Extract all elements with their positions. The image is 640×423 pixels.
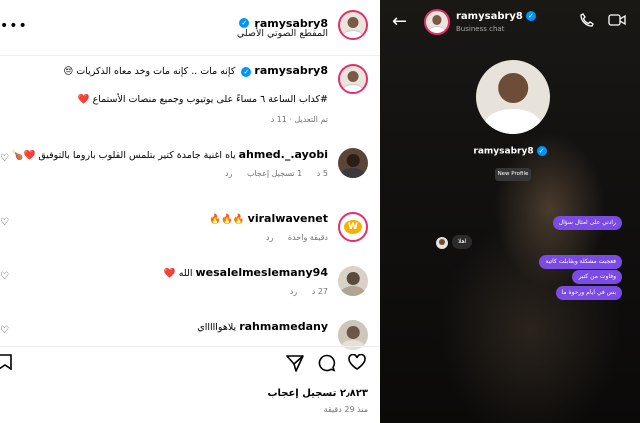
caption-text-1: كإنه مات .. كإنه مات وخد معاه الذكريات 😔 bbox=[63, 66, 236, 77]
profile-name[interactable]: ramysabry8 ✓ bbox=[380, 146, 640, 157]
heart-icon[interactable] bbox=[346, 353, 368, 376]
message-bubble-out[interactable]: رادني على امثال سؤال bbox=[552, 216, 622, 230]
comment-heart-icon[interactable]: ♡ bbox=[0, 153, 9, 164]
comment-row: ♡ wesalelmeslemany94 الله ❤️ 27 د رد bbox=[0, 266, 368, 306]
comment-username[interactable]: rahmamedany bbox=[239, 320, 328, 333]
profile-avatar[interactable] bbox=[476, 60, 550, 134]
chat-avatar[interactable] bbox=[424, 9, 450, 35]
comment-row: W ♡ viralwavenet 🔥🔥🔥 دقيقة واحدة رد bbox=[0, 212, 368, 252]
sender-avatar bbox=[436, 237, 448, 249]
comment-time: 5 د bbox=[316, 169, 328, 178]
share-icon[interactable] bbox=[284, 354, 306, 376]
author-avatar[interactable] bbox=[338, 10, 368, 40]
comment-text: يلاهواااااي bbox=[197, 322, 237, 333]
message-bubble-out[interactable]: فعجبت مشكلة وبقابلت كاتية bbox=[539, 255, 622, 269]
comment-row: ♡ rahmamedany يلاهواااااي bbox=[0, 320, 368, 350]
caption-text-2: #كداب الساعة ٦ مساءً على يوتيوب وجميع من… bbox=[77, 94, 328, 105]
comment-time: 27 د bbox=[311, 287, 328, 296]
comment-reply[interactable]: رد bbox=[290, 287, 297, 296]
comment-row: ♡ ahmed._.ayobi ياه اغنية جامدة كتير بتل… bbox=[0, 148, 368, 198]
caption-edited: تم التعديل · 11 د bbox=[270, 115, 328, 124]
commenter-avatar[interactable] bbox=[338, 148, 368, 178]
chat-username[interactable]: ramysabry8 ✓ bbox=[456, 11, 536, 22]
message-bubble-in[interactable]: اهلا bbox=[452, 235, 473, 249]
comment-reply[interactable]: رد bbox=[225, 169, 232, 178]
viralwave-logo-icon: W bbox=[344, 220, 362, 234]
caption: ramysabry8 ✓ كإنه مات .. كإنه مات وخد مع… bbox=[0, 64, 368, 134]
post-time: منذ 29 دقيقة bbox=[323, 405, 368, 414]
comment-time: دقيقة واحدة bbox=[287, 233, 328, 242]
verified-icon: ✓ bbox=[525, 11, 536, 21]
comment-username[interactable]: ahmed._.ayobi bbox=[239, 148, 328, 161]
bookmark-icon[interactable] bbox=[0, 354, 16, 376]
comment-text: ياه اغنية جامدة كتير بتلمس القلوب باروما… bbox=[11, 150, 236, 161]
comment-heart-icon[interactable]: ♡ bbox=[0, 271, 9, 282]
verified-icon: ✓ bbox=[239, 17, 250, 28]
caption-username[interactable]: ramysabry8 bbox=[254, 64, 328, 77]
video-icon[interactable] bbox=[608, 13, 626, 31]
comment-reply[interactable]: رد bbox=[266, 233, 273, 242]
comment-text: 🔥🔥🔥 bbox=[209, 214, 245, 225]
comment-likes[interactable]: 1 تسجيل إعجاب bbox=[247, 169, 302, 178]
phone-icon[interactable] bbox=[580, 13, 594, 31]
new-profile-badge[interactable]: New Profile bbox=[495, 168, 531, 181]
post-header: ••• ✓ ramysabry8 المقطع الصوتي الأصلي bbox=[0, 8, 368, 44]
chat-panel: ← ramysabry8 ✓ Business chat ramysabry8 ✓ … bbox=[380, 0, 640, 423]
caption-avatar[interactable] bbox=[338, 64, 368, 94]
comment-username[interactable]: viralwavenet bbox=[248, 212, 328, 225]
actions-divider bbox=[0, 346, 380, 347]
commenter-avatar[interactable] bbox=[338, 266, 368, 296]
post-panel: ••• ✓ ramysabry8 المقطع الصوتي الأصلي ra… bbox=[0, 0, 380, 423]
chat-topbar: ← ramysabry8 ✓ Business chat bbox=[380, 0, 640, 46]
comment-heart-icon[interactable]: ♡ bbox=[0, 325, 9, 336]
message-bubble-out[interactable]: بس في ايام ورحوة ما bbox=[555, 286, 622, 300]
header-divider bbox=[0, 55, 380, 56]
post-actions bbox=[0, 353, 368, 376]
comment-username[interactable]: wesalelmeslemany94 bbox=[196, 266, 329, 279]
comment-heart-icon[interactable]: ♡ bbox=[0, 217, 9, 228]
verified-icon: ✓ bbox=[241, 66, 252, 77]
comment-text: الله ❤️ bbox=[163, 268, 193, 279]
chat-subtitle: Business chat bbox=[456, 25, 505, 33]
message-bubble-out[interactable]: وفاوت من كتير bbox=[572, 270, 622, 284]
verified-icon: ✓ bbox=[536, 146, 547, 156]
comment-icon[interactable] bbox=[316, 354, 338, 376]
more-dots-icon[interactable]: ••• bbox=[0, 18, 28, 34]
audio-label[interactable]: المقطع الصوتي الأصلي bbox=[237, 28, 328, 39]
likes-count[interactable]: ٢٫٨٢٣ تسجيل إعجاب bbox=[267, 388, 368, 399]
commenter-avatar[interactable]: W bbox=[338, 212, 368, 242]
back-arrow-icon[interactable]: ← bbox=[392, 13, 407, 31]
